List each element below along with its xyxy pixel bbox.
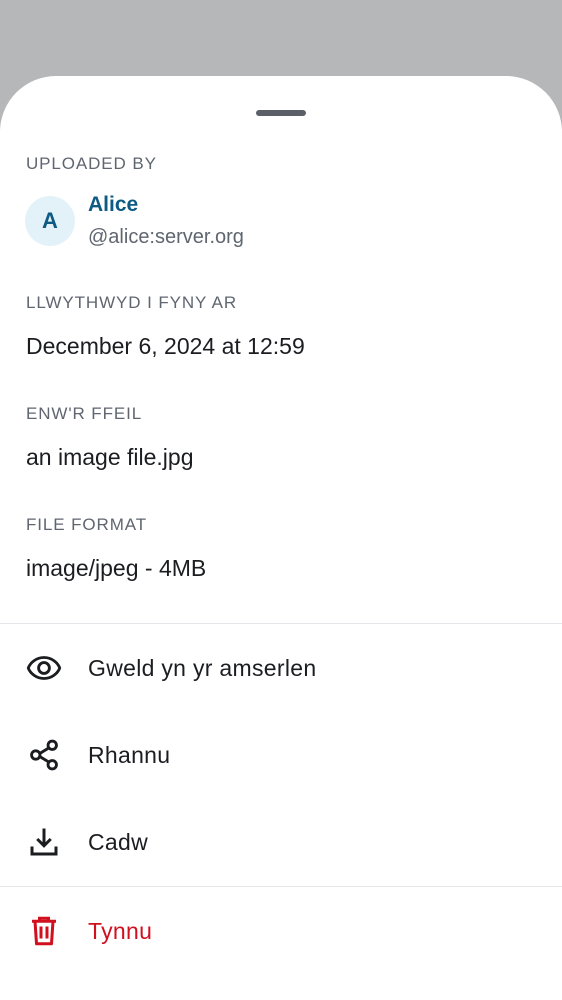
- save-button[interactable]: Cadw: [0, 802, 562, 882]
- uploaded-by-label: UPLOADED BY: [26, 154, 157, 173]
- remove-label: Tynnu: [88, 917, 153, 944]
- divider: [0, 886, 562, 887]
- view-in-timeline-label: Gweld yn yr amserlen: [88, 654, 317, 681]
- trash-icon: [26, 913, 62, 949]
- uploaded-on-value: December 6, 2024 at 12:59: [26, 333, 305, 359]
- eye-icon: [26, 650, 62, 686]
- share-label: Rhannu: [88, 741, 171, 768]
- save-label: Cadw: [88, 828, 149, 855]
- file-format-label: FILE FORMAT: [26, 515, 148, 534]
- avatar-letter: A: [42, 208, 58, 233]
- remove-button[interactable]: Tynnu: [0, 891, 562, 971]
- share-icon: [26, 737, 62, 773]
- uploader-name: Alice: [88, 193, 139, 216]
- avatar: A: [25, 196, 75, 246]
- file-name-label: ENW'R FFEIL: [26, 404, 143, 423]
- share-button[interactable]: Rhannu: [0, 715, 562, 795]
- file-name-value: an image file.jpg: [26, 444, 194, 470]
- download-icon: [26, 824, 62, 860]
- media-details-bottom-sheet: UPLOADED BY A Alice @alice:server.org LL…: [0, 76, 562, 1000]
- view-in-timeline-button[interactable]: Gweld yn yr amserlen: [0, 628, 562, 708]
- file-format-value: image/jpeg - 4MB: [26, 555, 207, 581]
- divider: [0, 623, 562, 624]
- drag-handle[interactable]: [256, 110, 306, 116]
- uploader-user-id: @alice:server.org: [88, 226, 244, 248]
- uploaded-on-label: LLWYTHWYD I FYNY AR: [26, 293, 238, 312]
